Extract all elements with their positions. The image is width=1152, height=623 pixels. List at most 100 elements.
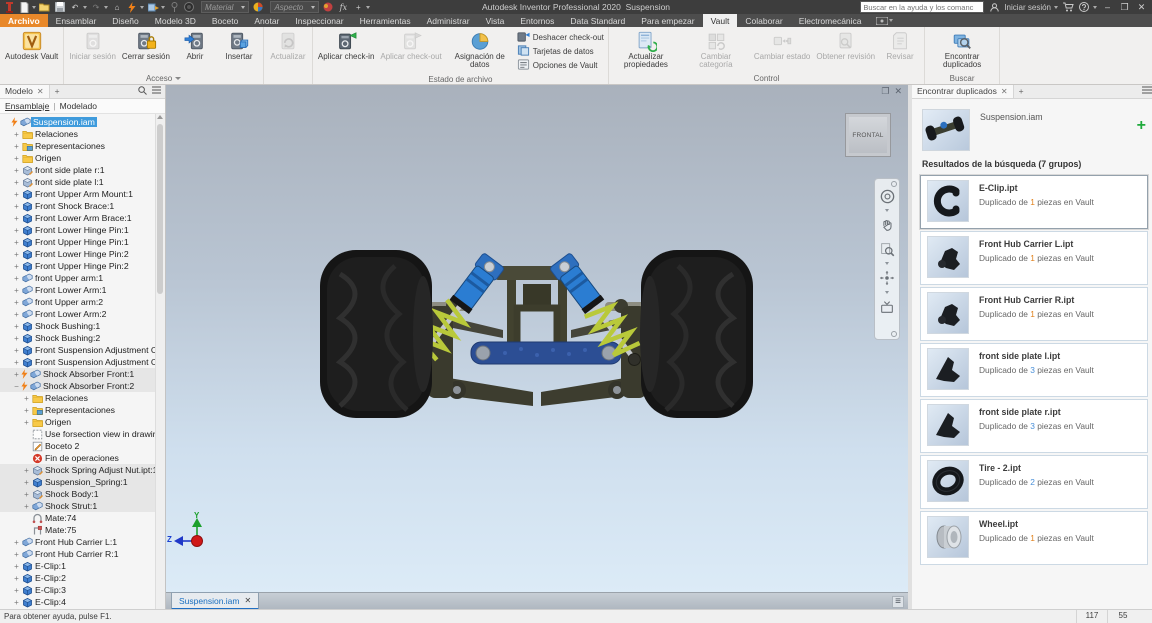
tree-item-front-suspension-adjustment-clip-2[interactable]: + Front Suspension Adjustment Clip:2 <box>0 356 165 368</box>
tree-item-front-side-plate-l-1[interactable]: + front side plate l:1 <box>0 176 156 188</box>
panel-tab-encontrar-duplicados[interactable]: Encontrar duplicados ✕ <box>912 84 1014 98</box>
tree-expander[interactable]: + <box>12 202 21 211</box>
new-file-caret[interactable] <box>32 5 36 9</box>
menu-tab-herramientas[interactable]: Herramientas <box>352 14 419 27</box>
tree-expander[interactable]: + <box>12 346 21 355</box>
menu-tab-boceto[interactable]: Boceto <box>204 14 246 27</box>
aplicar-check-in-button[interactable]: Aplicar check-in <box>315 28 377 61</box>
menu-tab-electromec-nica[interactable]: Electromecánica <box>791 14 870 27</box>
tree-item-front-lower-arm-brace-1[interactable]: + Front Lower Arm Brace:1 <box>0 212 156 224</box>
help-icon[interactable] <box>1078 2 1090 13</box>
tree-item-origen[interactable]: + Origen <box>0 416 156 428</box>
menu-tab-para-empezar[interactable]: Para empezar <box>633 14 702 27</box>
tree-expander[interactable]: + <box>12 190 21 199</box>
tree-expander[interactable]: + <box>22 406 31 415</box>
close-icon[interactable]: ✕ <box>1001 87 1008 96</box>
tree-item-front-upper-hinge-pin-1[interactable]: + Front Upper Hinge Pin:1 <box>0 236 156 248</box>
tree-item-representaciones[interactable]: + Representaciones <box>0 140 156 152</box>
insertar-button[interactable]: Insertar <box>217 28 261 61</box>
tree-item-e-clip-4[interactable]: + E-Clip:4 <box>0 596 156 608</box>
qat-customize-caret[interactable] <box>366 5 371 9</box>
browser-scrollbar[interactable] <box>155 114 165 610</box>
adjust-wheel-icon[interactable] <box>322 2 334 13</box>
menu-tab-inspeccionar[interactable]: Inspeccionar <box>287 14 351 27</box>
tree-expander[interactable]: + <box>12 538 21 547</box>
tarjetas-de-datos-button[interactable]: Tarjetas de datos <box>517 44 604 58</box>
autodesk-vault-button[interactable]: Autodesk Vault <box>2 28 61 61</box>
tree-item-front-suspension-adjustment-clip-1[interactable]: + Front Suspension Adjustment Clip:1 <box>0 344 165 356</box>
measure-button[interactable] <box>168 2 180 13</box>
aplicar-check-out-button[interactable]: Aplicar check-out <box>377 28 444 61</box>
tree-item-front-upper-arm-1[interactable]: + front Upper arm:1 <box>0 272 156 284</box>
tree-expander[interactable]: + <box>12 130 21 139</box>
tree-expander[interactable]: + <box>12 262 21 271</box>
deshacer-check-out-button[interactable]: Deshacer check-out <box>517 30 604 44</box>
tree-expander[interactable]: + <box>12 574 21 583</box>
undo-caret[interactable] <box>83 5 87 9</box>
app-store-cart-icon[interactable] <box>1062 2 1074 13</box>
tree-item-front-side-plate-r-1[interactable]: + front side plate r:1 <box>0 164 156 176</box>
cerrar-sesi-n-button[interactable]: Cerrar sesión <box>119 28 173 61</box>
document-tabs-menu-icon[interactable]: ≡ <box>892 596 904 608</box>
duplicate-result-front-side-plate-r-ipt[interactable]: front side plate r.ipt Duplicado de 3 pie… <box>920 399 1148 453</box>
orbit-caret[interactable] <box>885 291 889 294</box>
tree-expander[interactable]: + <box>12 334 21 343</box>
cambiar-categor-a-button[interactable]: Cambiar categoría <box>681 28 751 70</box>
tree-item-relaciones[interactable]: + Relaciones <box>0 392 156 404</box>
tree-expander[interactable]: + <box>12 238 21 247</box>
tree-expander[interactable]: − <box>12 382 21 391</box>
browser-tab-modelo[interactable]: Modelo ✕ <box>0 84 50 98</box>
graphics-window[interactable]: ❐ ✕ FRONTAL Y Z <box>165 84 908 593</box>
tree-item-front-hub-carrier-r-1[interactable]: + Front Hub Carrier R:1 <box>0 548 156 560</box>
menu-tab-ensamblar[interactable]: Ensamblar <box>48 14 105 27</box>
add-browser-tab-button[interactable]: + <box>50 84 65 98</box>
close-icon[interactable]: ✕ <box>37 87 44 96</box>
opciones-de-vault-button[interactable]: Opciones de Vault <box>517 58 604 72</box>
tree-item-shock-bushing-2[interactable]: + Shock Bushing:2 <box>0 332 156 344</box>
view-cube[interactable]: FRONTAL <box>845 113 891 157</box>
open-file-button[interactable] <box>39 2 51 13</box>
ribbon-display-toggle[interactable] <box>870 14 899 27</box>
look-at-icon[interactable] <box>879 296 895 318</box>
viewport-restore-icon[interactable]: ❐ <box>881 86 889 96</box>
pan-icon[interactable] <box>879 214 895 236</box>
tree-item-front-upper-arm-2[interactable]: + front Upper arm:2 <box>0 296 156 308</box>
tree-item-suspension-iam[interactable]: Suspension.iam <box>0 116 156 128</box>
tree-expander[interactable]: + <box>12 370 21 379</box>
iniciar-sesi-n-button[interactable]: Iniciar sesión <box>66 28 119 61</box>
menu-tab-data-standard[interactable]: Data Standard <box>562 14 633 27</box>
duplicate-result-e-clip-ipt[interactable]: E-Clip.ipt Duplicado de 1 piezas en Vault <box>920 175 1148 229</box>
menu-tab-modelo-3d[interactable]: Modelo 3D <box>147 14 204 27</box>
tree-item-front-lower-hinge-pin-1[interactable]: + Front Lower Hinge Pin:1 <box>0 224 156 236</box>
restore-button[interactable]: ❐ <box>1118 1 1131 13</box>
tree-expander[interactable]: + <box>12 214 21 223</box>
menu-tab-vista[interactable]: Vista <box>478 14 513 27</box>
encontrar-duplicados-button[interactable]: Encontrar duplicados <box>927 28 997 70</box>
duplicate-result-wheel-ipt[interactable]: Wheel.ipt Duplicado de 1 piezas en Vault <box>920 511 1148 565</box>
tree-expander[interactable]: + <box>12 358 21 367</box>
bolt-caret[interactable] <box>140 5 144 9</box>
fx-button[interactable]: fx <box>337 2 349 13</box>
tree-expander[interactable]: + <box>12 562 21 571</box>
panel-menu-icon[interactable] <box>1142 86 1152 96</box>
tree-item-front-lower-arm-1[interactable]: + Front Lower Arm:1 <box>0 284 156 296</box>
save-button[interactable] <box>54 2 66 13</box>
obtener-revisi-n-button[interactable]: Obtener revisión <box>813 28 878 61</box>
tree-item-e-clip-1[interactable]: + E-Clip:1 <box>0 560 156 572</box>
browser-menu-icon[interactable] <box>152 86 161 96</box>
menu-tab-archivo[interactable]: Archivo <box>0 14 48 27</box>
redo-button[interactable]: ↷ <box>90 2 102 13</box>
tree-expander[interactable]: + <box>22 490 31 499</box>
tree-expander[interactable]: + <box>12 286 21 295</box>
zoom-caret[interactable] <box>885 262 889 265</box>
export-button[interactable] <box>147 2 159 13</box>
tree-expander[interactable]: + <box>22 478 31 487</box>
new-file-button[interactable] <box>18 1 30 13</box>
document-tab-suspension[interactable]: Suspension.iam ✕ <box>171 592 260 610</box>
tree-item-shock-strut-1[interactable]: + Shock Strut:1 <box>0 500 156 512</box>
tree-expander[interactable]: + <box>12 586 21 595</box>
appearance-dropdown[interactable]: Aspecto <box>270 1 320 13</box>
full-navigation-wheel-icon[interactable] <box>879 185 896 207</box>
close-button[interactable]: ✕ <box>1135 1 1148 13</box>
actualizar-propiedades-button[interactable]: Actualizar propiedades <box>611 28 681 70</box>
